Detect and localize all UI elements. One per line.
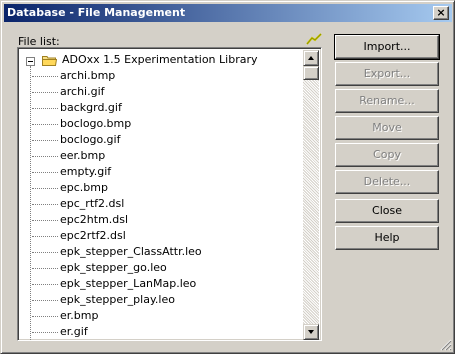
title-bar[interactable]: Database - File Management × <box>4 4 452 22</box>
file-list-item[interactable]: epc_rtf2.dsl <box>32 196 125 212</box>
file-tree: ADOxx 1.5 Experimentation Library archi.… <box>20 50 304 340</box>
tree-branch-line <box>32 76 58 77</box>
copy-button[interactable]: Copy <box>335 143 439 167</box>
file-list-item[interactable]: epk_stepper_go.leo <box>32 260 167 276</box>
file-list-item[interactable]: epk_stepper_ClassAttr.leo <box>32 244 202 260</box>
tree-branch-line <box>32 236 58 237</box>
file-name: epk_stepper_play.leo <box>60 293 175 306</box>
tree-branch-line <box>32 316 58 317</box>
tree-branch-line <box>32 92 58 93</box>
file-list-item[interactable]: archi.bmp <box>32 68 116 84</box>
file-name: epc2rtf2.dsl <box>60 229 126 242</box>
tree-branch-line <box>32 156 58 157</box>
file-list-item[interactable]: er.gif <box>32 324 88 340</box>
file-list-item[interactable]: epc2rtf2.dsl <box>32 228 126 244</box>
file-list-item[interactable]: er.bmp <box>32 308 99 324</box>
file-name: epc.bmp <box>60 181 108 194</box>
flash-icon[interactable] <box>306 32 322 46</box>
file-list-item[interactable]: boclogo.gif <box>32 132 121 148</box>
export-button[interactable]: Export... <box>335 62 439 86</box>
tree-branch-line <box>32 108 58 109</box>
close-window-button[interactable]: × <box>433 6 449 20</box>
tree-branch-line <box>32 268 58 269</box>
tree-branch-line <box>32 124 58 125</box>
file-name: epc_rtf2.dsl <box>60 197 125 210</box>
arrow-down-icon <box>308 330 314 334</box>
import-button[interactable]: Import... <box>334 34 440 60</box>
file-name: epk_stepper_go.leo <box>60 261 167 274</box>
file-list-item[interactable]: epk_stepper_play.leo <box>32 292 175 308</box>
file-name: epc2htm.dsl <box>60 213 129 226</box>
root-folder-label: ADOxx 1.5 Experimentation Library <box>62 53 258 66</box>
file-list-item[interactable]: epk_stepper_LanMap.leo <box>32 276 197 292</box>
tree-connector-line <box>30 66 31 340</box>
file-list-item[interactable]: eer.bmp <box>32 148 106 164</box>
tree-branch-line <box>32 284 58 285</box>
help-button[interactable]: Help <box>335 226 439 250</box>
file-list-box[interactable]: ADOxx 1.5 Experimentation Library archi.… <box>17 47 322 341</box>
file-name: epk_stepper_ClassAttr.leo <box>60 245 202 258</box>
file-name: archi.bmp <box>60 69 116 82</box>
arrow-up-icon <box>308 56 314 60</box>
file-management-dialog: Database - File Management × File list: … <box>0 0 455 354</box>
tree-branch-line <box>32 188 58 189</box>
file-name: er.gif <box>60 325 88 338</box>
scroll-up-button[interactable] <box>303 50 319 66</box>
rename-button[interactable]: Rename... <box>335 89 439 113</box>
tree-branch-line <box>32 204 58 205</box>
tree-branch-line <box>32 252 58 253</box>
folder-icon <box>42 56 57 66</box>
file-name: eer.bmp <box>60 149 106 162</box>
file-list-item[interactable]: backgrd.gif <box>32 100 122 116</box>
file-name: epk_stepper_LanMap.leo <box>60 277 197 290</box>
scroll-down-button[interactable] <box>303 324 319 340</box>
close-button[interactable]: Close <box>335 199 439 223</box>
tree-branch-line <box>32 332 58 333</box>
file-list-item[interactable]: epc2htm.dsl <box>32 212 129 228</box>
file-list-item[interactable]: boclogo.bmp <box>32 116 132 132</box>
minus-box-icon[interactable] <box>26 57 35 66</box>
tree-branch-line <box>32 220 58 221</box>
file-name: boclogo.bmp <box>60 117 132 130</box>
tree-branch-line <box>32 140 58 141</box>
vertical-scrollbar[interactable] <box>303 50 319 340</box>
file-list-item[interactable]: empty.gif <box>32 164 112 180</box>
file-list-item[interactable]: epc.bmp <box>32 180 108 196</box>
tree-branch-line <box>32 172 58 173</box>
scroll-thumb[interactable] <box>303 66 319 80</box>
file-name: er.bmp <box>60 309 99 322</box>
delete-button[interactable]: Delete... <box>335 170 439 194</box>
file-name: boclogo.gif <box>60 133 121 146</box>
move-button[interactable]: Move <box>335 116 439 140</box>
file-list-item[interactable]: archi.gif <box>32 84 105 100</box>
resize-grip-icon[interactable] <box>440 339 452 351</box>
window-title: Database - File Management <box>7 6 186 19</box>
file-name: archi.gif <box>60 85 105 98</box>
tree-branch-line <box>32 300 58 301</box>
file-name: backgrd.gif <box>60 101 122 114</box>
file-name: empty.gif <box>60 165 112 178</box>
